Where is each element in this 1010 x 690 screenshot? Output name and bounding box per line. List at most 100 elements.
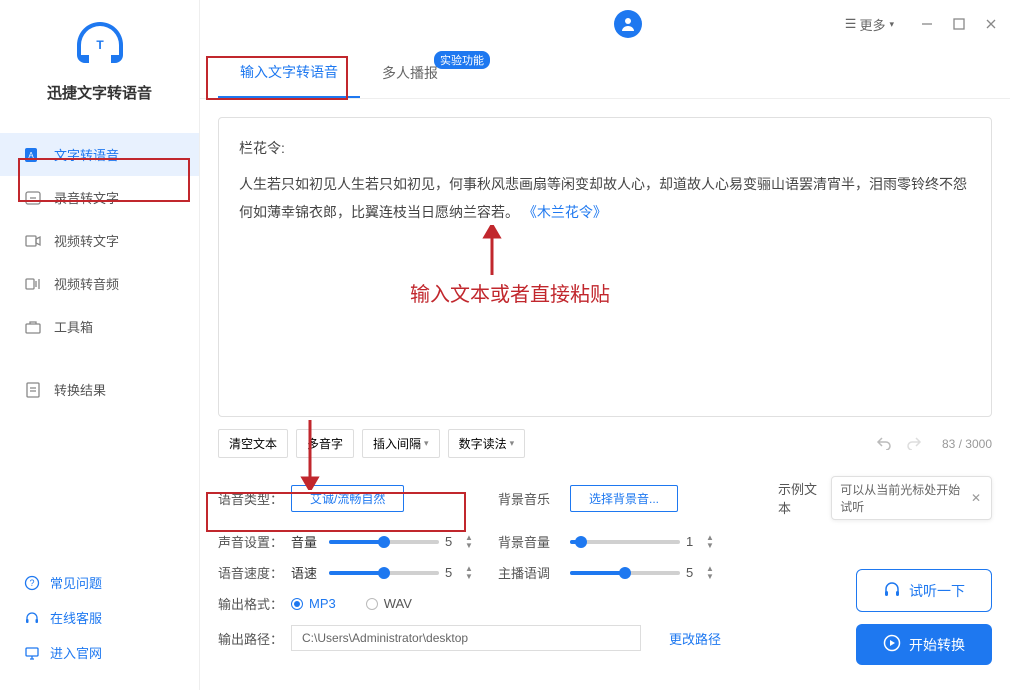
titlebar: ☰ 更多 ▾: [200, 0, 1010, 48]
svg-text:?: ?: [29, 578, 34, 588]
format-mp3-radio[interactable]: MP3: [291, 596, 336, 611]
undo-button[interactable]: [876, 434, 892, 453]
poem-link[interactable]: 《木兰花令》: [523, 204, 607, 220]
bg-volume-value: 1: [686, 534, 698, 549]
sample-label: 示例文本: [778, 479, 823, 517]
output-path-input[interactable]: [291, 625, 641, 651]
text-input-area[interactable]: 栏花令: 人生若只如初见人生若只如初见，何事秋风悲画扇等闲变却故人心，却道故人心…: [218, 117, 992, 417]
radio-label: MP3: [309, 596, 336, 611]
tab-input-text[interactable]: 输入文字转语音: [218, 48, 360, 98]
volume-slider[interactable]: 5 ▲▼: [329, 534, 473, 550]
bg-volume-slider[interactable]: 1 ▲▼: [570, 534, 714, 550]
tab-label: 多人播报: [382, 65, 438, 81]
path-label: 输出路径：: [218, 629, 283, 648]
listen-button[interactable]: 试听一下: [856, 569, 992, 612]
tab-label: 输入文字转语音: [240, 64, 338, 80]
chevron-down-icon: ▾: [424, 438, 429, 449]
nav-results[interactable]: 转换结果: [0, 368, 199, 411]
logo-block: T 迅捷文字转语音: [0, 20, 199, 103]
nav-video-to-audio[interactable]: 视频转音频: [0, 262, 199, 305]
minimize-button[interactable]: [920, 17, 934, 31]
more-label: 更多: [859, 15, 885, 34]
tone-slider[interactable]: 5 ▲▼: [570, 565, 714, 581]
voice-type-select[interactable]: 艾诚/流畅自然: [291, 485, 404, 512]
hamburger-icon: ☰: [845, 16, 856, 32]
video-to-audio-icon: [24, 275, 42, 293]
button-label: 试听一下: [909, 581, 965, 601]
tabs: 输入文字转语音 多人播报 实验功能: [200, 48, 1010, 99]
nav-toolbox[interactable]: 工具箱: [0, 305, 199, 348]
close-button[interactable]: [984, 17, 998, 31]
speed-slider[interactable]: 5 ▲▼: [329, 565, 473, 581]
maximize-button[interactable]: [952, 17, 966, 31]
nav-video-to-text[interactable]: 视频转文字: [0, 219, 199, 262]
radio-label: WAV: [384, 596, 412, 611]
char-count: 83 / 3000: [942, 437, 992, 451]
nav-label: 文字转语音: [54, 145, 119, 164]
toolbox-icon: [24, 318, 42, 336]
actions: 试听一下 开始转换: [856, 569, 992, 665]
tone-label: 主播语调: [498, 563, 562, 582]
volume-value: 5: [445, 534, 457, 549]
svg-text:A: A: [28, 151, 34, 160]
website-link[interactable]: 进入官网: [0, 635, 199, 670]
speed-row-label: 语音速度：: [218, 563, 283, 582]
bottom-label: 在线客服: [50, 608, 102, 627]
audio-to-text-icon: [24, 189, 42, 207]
nav-label: 工具箱: [54, 317, 93, 336]
chevron-down-icon: ▾: [889, 19, 894, 30]
nav-label: 视频转音频: [54, 274, 119, 293]
main: ☰ 更多 ▾ 输入文字转语音 多人播报 实验功能: [200, 0, 1010, 690]
insert-gap-button[interactable]: 插入间隔▾: [362, 429, 440, 458]
more-button[interactable]: ☰ 更多 ▾: [845, 15, 894, 34]
bg-volume-label: 背景音量: [498, 532, 562, 551]
radio-icon: [291, 598, 303, 610]
number-read-button[interactable]: 数字读法▾: [448, 429, 526, 458]
speed-label: 语速: [291, 563, 317, 582]
format-wav-radio[interactable]: WAV: [366, 596, 412, 611]
tone-value: 5: [686, 565, 698, 580]
play-icon: [883, 634, 901, 655]
nav-label: 录音转文字: [54, 188, 119, 207]
sound-settings-label: 声音设置：: [218, 532, 283, 551]
results-icon: [24, 381, 42, 399]
clear-text-button[interactable]: 清空文本: [218, 429, 288, 458]
sample-tooltip: 可以从当前光标处开始试听 ✕: [831, 476, 992, 520]
voice-type-label: 语音类型：: [218, 489, 283, 508]
support-link[interactable]: 在线客服: [0, 600, 199, 635]
app-title: 迅捷文字转语音: [47, 82, 152, 103]
avatar[interactable]: [614, 10, 642, 38]
svg-text:T: T: [96, 38, 104, 52]
change-path-link[interactable]: 更改路径: [669, 629, 721, 648]
volume-label: 音量: [291, 532, 317, 551]
question-icon: ?: [24, 575, 40, 591]
headphone-icon: [883, 580, 901, 601]
format-label: 输出格式：: [218, 594, 283, 613]
video-to-text-icon: [24, 232, 42, 250]
sample-tip-text: 可以从当前光标处开始试听: [840, 481, 963, 515]
polyphonic-button[interactable]: 多音字: [296, 429, 354, 458]
tab-multi-voice[interactable]: 多人播报 实验功能: [360, 49, 460, 97]
bg-music-select[interactable]: 选择背景音...: [570, 485, 678, 512]
bg-music-label: 背景音乐: [498, 489, 562, 508]
faq-link[interactable]: ? 常见问题: [0, 565, 199, 600]
text-to-speech-icon: A: [24, 146, 42, 164]
chevron-down-icon: ▾: [510, 438, 515, 449]
app-logo-icon: T: [75, 20, 125, 70]
redo-button[interactable]: [906, 434, 922, 453]
monitor-icon: [24, 645, 40, 661]
button-label: 开始转换: [909, 635, 965, 655]
nav-text-to-speech[interactable]: A 文字转语音: [0, 133, 199, 176]
close-tip-button[interactable]: ✕: [969, 491, 983, 505]
start-convert-button[interactable]: 开始转换: [856, 624, 992, 665]
tab-badge: 实验功能: [434, 51, 490, 69]
speed-value: 5: [445, 565, 457, 580]
radio-icon: [366, 598, 378, 610]
editor-toolbar: 清空文本 多音字 插入间隔▾ 数字读法▾ 83 / 3000: [218, 429, 992, 458]
nav-label: 视频转文字: [54, 231, 119, 250]
bottom-label: 进入官网: [50, 643, 102, 662]
headset-icon: [24, 610, 40, 626]
bottom-label: 常见问题: [50, 573, 102, 592]
nav-audio-to-text[interactable]: 录音转文字: [0, 176, 199, 219]
sidebar: T 迅捷文字转语音 A 文字转语音 录音转文字 视频转文字 视频转音频 工具箱 …: [0, 0, 200, 690]
